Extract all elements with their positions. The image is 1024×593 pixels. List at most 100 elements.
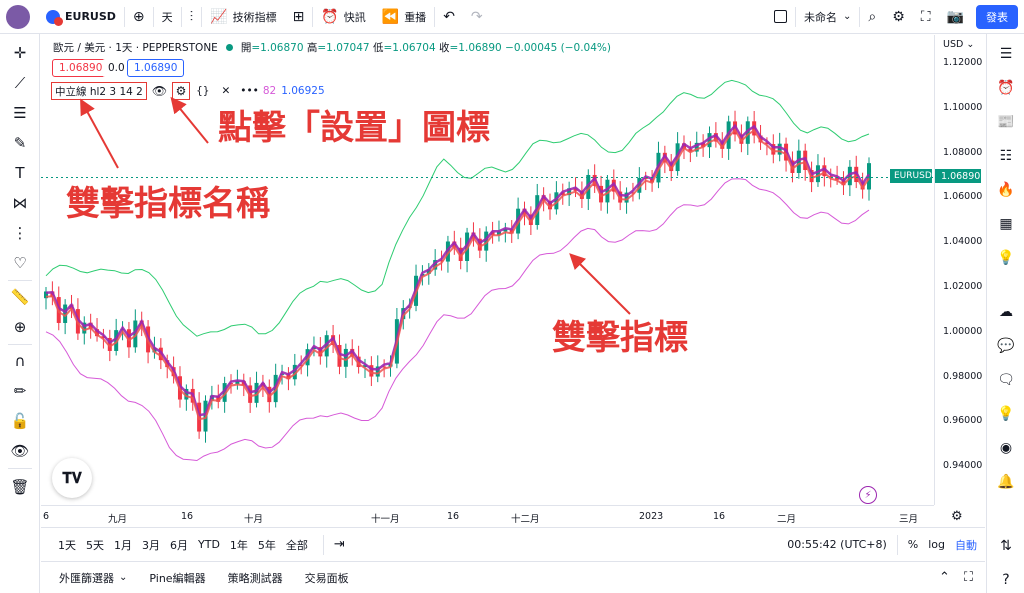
- range-button[interactable]: YTD: [193, 538, 225, 551]
- source-code-icon[interactable]: {}: [196, 85, 209, 97]
- lock-drawing-icon[interactable]: ✏: [9, 380, 31, 402]
- redo-button[interactable]: ↷: [463, 0, 491, 34]
- close-icon[interactable]: ✕: [221, 85, 230, 97]
- trend-line-icon[interactable]: ⟋: [9, 72, 31, 94]
- auto-toggle[interactable]: 自動: [955, 537, 977, 553]
- lightning-icon[interactable]: ⚡: [859, 486, 877, 504]
- bottom-tab[interactable]: 策略測試器: [228, 570, 283, 586]
- rewind-icon: ⏪: [381, 8, 400, 25]
- bell-icon[interactable]: 🔔: [994, 470, 1018, 494]
- zoom-in-icon[interactable]: ⊕: [9, 316, 31, 338]
- indicators-button[interactable]: 📈 技術指標: [202, 0, 284, 34]
- chart-type-button[interactable]: ⫶: [182, 0, 202, 34]
- price-axis[interactable]: USD ⌄ 1.12000 1.10000 1.08000 1.06000 1.0400…: [934, 35, 984, 505]
- time-axis[interactable]: 6 九月 16 十月 十一月 16 十二月 2023 16 二月 三月 ⚙: [41, 505, 963, 527]
- lock-icon[interactable]: 🔓: [9, 410, 31, 432]
- brush-icon[interactable]: ✎: [9, 132, 31, 154]
- range-button[interactable]: 6月: [165, 537, 193, 553]
- fib-icon[interactable]: ☰: [9, 102, 31, 124]
- eye-icon[interactable]: 👁: [152, 84, 167, 98]
- help-icon[interactable]: ?: [994, 568, 1018, 592]
- indicator-value: 1.06925: [281, 85, 325, 97]
- calendar-icon[interactable]: ▦: [994, 212, 1018, 236]
- legend-title[interactable]: 歐元 / 美元 · 1天 · PEPPERSTONE: [53, 40, 218, 55]
- search-button[interactable]: ⌕: [860, 0, 884, 34]
- fullscreen-button[interactable]: ⛶: [913, 0, 939, 34]
- alarm-clock-icon[interactable]: ⏰: [994, 76, 1018, 100]
- bottom-tab[interactable]: 交易面板: [305, 570, 349, 586]
- last-price-symbol-label: EURUSD: [890, 169, 932, 183]
- sell-button[interactable]: 1.06890: [52, 59, 110, 77]
- chat-icon[interactable]: 💬: [994, 334, 1018, 358]
- ideas-icon[interactable]: 💡: [994, 246, 1018, 270]
- messages-icon[interactable]: 🗨: [994, 368, 1018, 392]
- bottom-tab[interactable]: 外匯篩選器 ⌄: [59, 570, 127, 586]
- undo-icon: ↶: [443, 8, 455, 25]
- replay-label: 重播: [404, 10, 427, 24]
- price-tick: 0.96000: [943, 415, 983, 427]
- time-tick: 16: [713, 511, 726, 522]
- hotlist-icon[interactable]: 🔥: [994, 178, 1018, 202]
- settings-button[interactable]: ⚙: [884, 0, 913, 34]
- range-button[interactable]: 5年: [253, 537, 281, 553]
- heart-icon[interactable]: ♡: [9, 252, 31, 274]
- midline-upper: [45, 123, 871, 417]
- chevron-down-icon: ⌄: [842, 11, 852, 22]
- layout-button[interactable]: [766, 0, 795, 34]
- goto-date-icon[interactable]: ⇥: [334, 537, 345, 552]
- bottom-tab-list: 外匯篩選器 ⌄ Pine編輯器 策略測試器 交易面板: [41, 570, 371, 586]
- ruler-icon[interactable]: 📏: [9, 286, 31, 308]
- currency-selector[interactable]: USD ⌄: [943, 39, 974, 50]
- replay-button[interactable]: ⏪ 重播: [374, 0, 434, 34]
- range-button[interactable]: 5天: [81, 537, 109, 553]
- range-button[interactable]: 1年: [225, 537, 253, 553]
- templates-button[interactable]: ⊞: [285, 0, 313, 34]
- range-button[interactable]: 1天: [53, 537, 81, 553]
- prediction-icon[interactable]: ⋮: [9, 222, 31, 244]
- news-icon[interactable]: 📰: [994, 110, 1018, 134]
- gear-icon: ⚙: [892, 8, 905, 25]
- layout-name-menu[interactable]: 未命名 ⌄: [796, 0, 859, 34]
- divider: [8, 344, 32, 345]
- maximize-panel-icon[interactable]: ⛶: [964, 570, 973, 585]
- range-button[interactable]: 1月: [109, 537, 137, 553]
- open-value: =1.06870: [251, 41, 304, 54]
- indicator-name[interactable]: 中立線 hl2 3 14 2: [51, 82, 147, 100]
- trash-icon[interactable]: 🗑: [9, 476, 31, 498]
- interval-button[interactable]: 天: [154, 0, 181, 34]
- range-button[interactable]: 3月: [137, 537, 165, 553]
- magnet-icon[interactable]: ∩: [9, 350, 31, 372]
- alarm-icon: ⏰: [321, 8, 339, 25]
- compare-symbol-button[interactable]: ⊕: [125, 0, 153, 34]
- buy-button[interactable]: 1.06890: [127, 59, 185, 77]
- eur-usd-flag-icon: [46, 9, 63, 26]
- close-value: =1.06890: [449, 41, 502, 54]
- percent-toggle[interactable]: %: [908, 538, 918, 551]
- publish-button[interactable]: 發表: [976, 4, 1018, 29]
- alert-button[interactable]: ⏰ 快訊: [313, 0, 373, 34]
- pattern-icon[interactable]: ⋈: [9, 192, 31, 214]
- symbol-search[interactable]: EURUSD: [38, 0, 124, 34]
- indicator-settings-gear-icon[interactable]: ⚙: [172, 82, 191, 100]
- snapshot-button[interactable]: 📷: [939, 0, 972, 34]
- text-icon[interactable]: T: [9, 162, 31, 184]
- add-list-icon[interactable]: ☷: [994, 144, 1018, 168]
- undo-button[interactable]: ↶: [435, 0, 463, 34]
- range-button[interactable]: 全部: [281, 537, 313, 553]
- crosshair-icon[interactable]: ✛: [9, 42, 31, 64]
- price-tick: 1.00000: [943, 325, 983, 337]
- axis-settings-gear-icon[interactable]: ⚙: [951, 509, 963, 524]
- broadcast-icon[interactable]: ◉: [994, 436, 1018, 460]
- dom-icon[interactable]: ⇅: [994, 534, 1018, 558]
- lightbulb-icon[interactable]: 💡: [994, 402, 1018, 426]
- log-toggle[interactable]: log: [928, 538, 945, 551]
- bottom-tab[interactable]: Pine編輯器: [149, 570, 205, 586]
- eye-icon[interactable]: 👁: [9, 440, 31, 462]
- alert-label: 快訊: [343, 10, 366, 24]
- watchlist-icon[interactable]: ☰: [994, 42, 1018, 66]
- user-avatar[interactable]: [6, 4, 30, 29]
- clock-text[interactable]: 00:55:42 (UTC+8): [787, 538, 887, 551]
- collapse-panel-icon[interactable]: ⌃: [939, 570, 950, 585]
- streams-icon[interactable]: ☁: [994, 300, 1018, 324]
- more-icon[interactable]: •••: [240, 85, 259, 97]
